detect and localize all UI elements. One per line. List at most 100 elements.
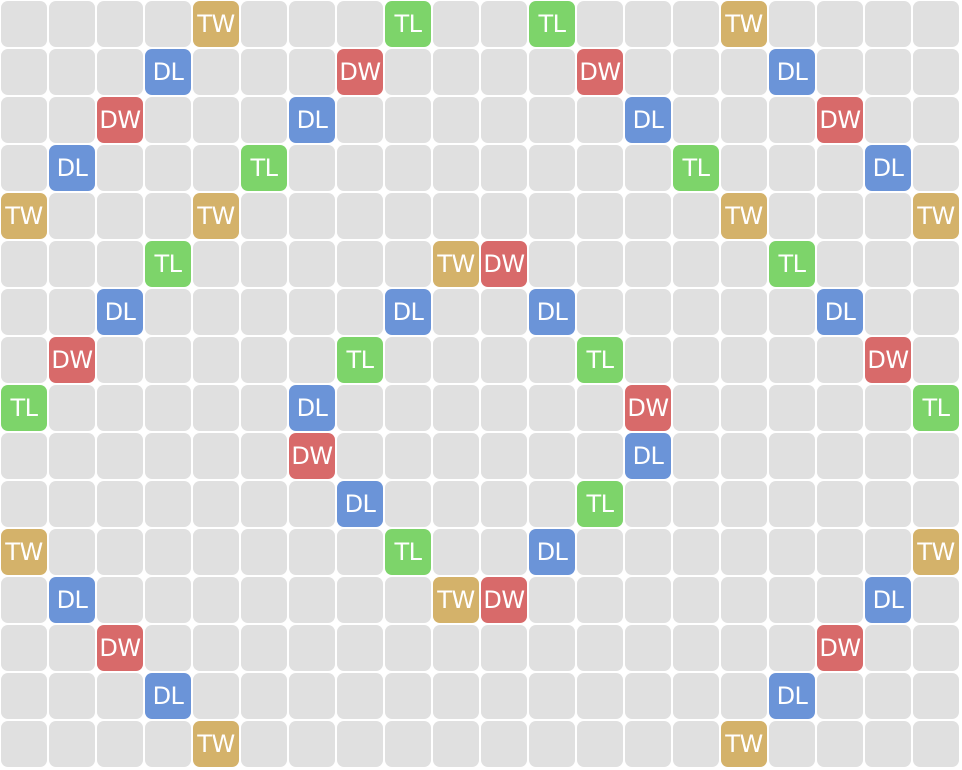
board-cell[interactable] (529, 145, 575, 191)
board-cell[interactable] (865, 673, 911, 719)
board-cell[interactable] (721, 433, 767, 479)
board-cell[interactable] (817, 481, 863, 527)
board-cell[interactable] (673, 337, 719, 383)
board-cell[interactable] (913, 433, 959, 479)
board-cell[interactable] (625, 49, 671, 95)
board-cell[interactable] (49, 529, 95, 575)
board-cell[interactable] (481, 385, 527, 431)
board-cell[interactable] (721, 337, 767, 383)
board-cell[interactable] (865, 625, 911, 671)
board-cell[interactable] (97, 49, 143, 95)
board-cell[interactable] (433, 673, 479, 719)
board-cell[interactable] (769, 145, 815, 191)
triple-letter-cell[interactable]: TL (145, 241, 191, 287)
board-cell[interactable] (145, 97, 191, 143)
double-letter-cell[interactable]: DL (49, 145, 95, 191)
board-cell[interactable] (385, 241, 431, 287)
board-cell[interactable] (529, 97, 575, 143)
board-cell[interactable] (241, 385, 287, 431)
double-letter-cell[interactable]: DL (625, 433, 671, 479)
board-cell[interactable] (97, 577, 143, 623)
board-cell[interactable] (1, 97, 47, 143)
board-cell[interactable] (625, 337, 671, 383)
board-cell[interactable] (385, 385, 431, 431)
board-cell[interactable] (529, 337, 575, 383)
board-cell[interactable] (913, 721, 959, 767)
triple-letter-cell[interactable]: TL (529, 1, 575, 47)
board-cell[interactable] (625, 625, 671, 671)
board-cell[interactable] (385, 193, 431, 239)
board-cell[interactable] (433, 433, 479, 479)
board-cell[interactable] (385, 673, 431, 719)
board-cell[interactable] (145, 721, 191, 767)
board-cell[interactable] (241, 193, 287, 239)
board-cell[interactable] (385, 145, 431, 191)
board-cell[interactable] (289, 577, 335, 623)
board-cell[interactable] (769, 481, 815, 527)
board-cell[interactable] (529, 433, 575, 479)
board-cell[interactable] (577, 241, 623, 287)
board-cell[interactable] (865, 241, 911, 287)
triple-word-cell[interactable]: TW (433, 577, 479, 623)
board-cell[interactable] (673, 529, 719, 575)
board-cell[interactable] (673, 97, 719, 143)
board-cell[interactable] (481, 145, 527, 191)
board-cell[interactable] (817, 673, 863, 719)
board-cell[interactable] (913, 625, 959, 671)
board-cell[interactable] (1, 625, 47, 671)
board-cell[interactable] (865, 1, 911, 47)
board-cell[interactable] (481, 481, 527, 527)
board-cell[interactable] (385, 49, 431, 95)
board-cell[interactable] (817, 721, 863, 767)
board-cell[interactable] (1, 241, 47, 287)
board-cell[interactable] (721, 529, 767, 575)
board-cell[interactable] (193, 145, 239, 191)
triple-word-cell[interactable]: TW (913, 529, 959, 575)
board-cell[interactable] (913, 337, 959, 383)
board-cell[interactable] (529, 385, 575, 431)
board-cell[interactable] (721, 241, 767, 287)
board-cell[interactable] (481, 1, 527, 47)
triple-letter-cell[interactable]: TL (385, 1, 431, 47)
board-cell[interactable] (721, 289, 767, 335)
board-cell[interactable] (433, 49, 479, 95)
board-cell[interactable] (577, 193, 623, 239)
board-cell[interactable] (1, 289, 47, 335)
board-cell[interactable] (673, 241, 719, 287)
board-cell[interactable] (145, 385, 191, 431)
double-letter-cell[interactable]: DL (529, 529, 575, 575)
board-cell[interactable] (817, 433, 863, 479)
board-cell[interactable] (433, 529, 479, 575)
board-cell[interactable] (385, 481, 431, 527)
board-cell[interactable] (769, 1, 815, 47)
board-cell[interactable] (433, 1, 479, 47)
board-cell[interactable] (769, 721, 815, 767)
board-cell[interactable] (625, 193, 671, 239)
board-cell[interactable] (97, 1, 143, 47)
board-cell[interactable] (433, 385, 479, 431)
board-cell[interactable] (721, 97, 767, 143)
board-cell[interactable] (433, 289, 479, 335)
board-cell[interactable] (193, 241, 239, 287)
board-cell[interactable] (865, 433, 911, 479)
board-cell[interactable] (385, 97, 431, 143)
board-cell[interactable] (193, 385, 239, 431)
double-word-cell[interactable]: DW (817, 625, 863, 671)
board-cell[interactable] (337, 529, 383, 575)
board-cell[interactable] (481, 721, 527, 767)
board-cell[interactable] (289, 337, 335, 383)
board-cell[interactable] (769, 433, 815, 479)
triple-word-cell[interactable]: TW (721, 1, 767, 47)
board-cell[interactable] (865, 49, 911, 95)
board-cell[interactable] (145, 577, 191, 623)
double-letter-cell[interactable]: DL (865, 145, 911, 191)
board-cell[interactable] (625, 481, 671, 527)
board-cell[interactable] (241, 529, 287, 575)
board-cell[interactable] (721, 481, 767, 527)
board-cell[interactable] (769, 625, 815, 671)
board-cell[interactable] (577, 577, 623, 623)
board-cell[interactable] (433, 481, 479, 527)
board-cell[interactable] (49, 481, 95, 527)
board-cell[interactable] (1, 145, 47, 191)
board-cell[interactable] (673, 673, 719, 719)
